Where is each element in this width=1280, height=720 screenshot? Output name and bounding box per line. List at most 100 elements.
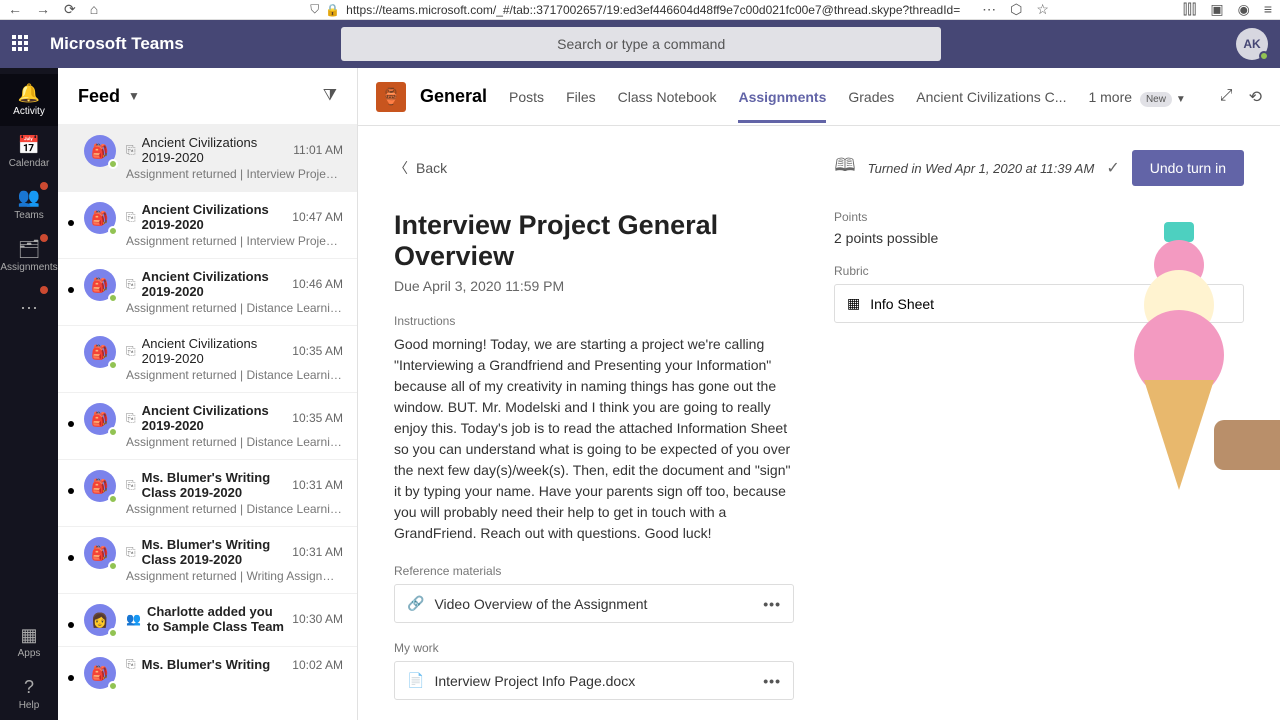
feed-item-time: 10:35 AM xyxy=(292,344,343,358)
reference-file[interactable]: 🔗 Video Overview of the Assignment ••• xyxy=(394,584,794,623)
feed-item-subtitle: Assignment returned | Writing Assignment… xyxy=(126,569,343,583)
feed-avatar: 🎒 xyxy=(84,403,116,435)
badge-icon xyxy=(40,286,48,294)
assignment-due: Due April 3, 2020 11:59 PM xyxy=(394,278,794,294)
assignment-page: 〈 Back 🕮 Turned in Wed Apr 1, 2020 at 11… xyxy=(358,126,1280,720)
feed-item-time: 10:30 AM xyxy=(292,612,343,626)
feed-item-time: 11:01 AM xyxy=(293,143,343,157)
feed-item-title: Charlotte added you to Sample Class Team xyxy=(147,604,286,634)
bell-icon: 🔔 xyxy=(18,83,40,104)
apps-icon: ▦ xyxy=(20,625,37,646)
chevron-down-icon[interactable]: ▼ xyxy=(128,89,140,103)
assignment-glyph-icon: ⎘ xyxy=(126,277,136,292)
feed-item-title: Ancient Civilizations 2019-2020 xyxy=(142,403,287,433)
reload-icon[interactable]: ⟳ xyxy=(64,1,76,18)
feed-item-time: 10:31 AM xyxy=(292,545,343,559)
link-icon: 🔗 xyxy=(407,595,424,612)
celebration-illustration xyxy=(1104,210,1264,490)
feed-item-title: Ancient Civilizations 2019-2020 xyxy=(142,269,287,299)
file-more-icon[interactable]: ••• xyxy=(763,596,781,612)
feed-item[interactable]: 🎒 ⎘ Ms. Blumer's Writing Class 2019-2020… xyxy=(58,526,357,593)
sidebar-icon[interactable]: ▣ xyxy=(1210,1,1223,18)
shield-icon[interactable]: ⛉ xyxy=(310,2,319,17)
feed-item-time: 10:02 AM xyxy=(292,658,343,672)
rail-apps[interactable]: ▦Apps xyxy=(0,616,58,668)
more-icon: ⋯ xyxy=(20,298,38,319)
team-avatar: 🏺 xyxy=(376,82,406,112)
feed-item[interactable]: 🎒 ⎘ Ms. Blumer's Writing 10:02 AM xyxy=(58,646,357,699)
channel-name: General xyxy=(420,86,487,107)
account-icon[interactable]: ◉ xyxy=(1238,1,1250,18)
app-launcher-icon[interactable] xyxy=(12,35,30,53)
tab-grades[interactable]: Grades xyxy=(848,71,894,123)
calendar-icon: 📅 xyxy=(18,135,40,156)
feed-item[interactable]: 🎒 ⎘ Ancient Civilizations 2019-2020 10:3… xyxy=(58,325,357,392)
expand-icon[interactable]: ⤢ xyxy=(1220,87,1233,107)
feed-avatar: 🎒 xyxy=(84,202,116,234)
feed-avatar: 🎒 xyxy=(84,657,116,689)
user-avatar[interactable]: AK xyxy=(1236,28,1268,60)
refresh-icon[interactable]: ⟲ xyxy=(1249,87,1262,107)
more-icon[interactable]: ⋯ xyxy=(982,1,996,18)
back-icon[interactable]: ← xyxy=(8,1,22,18)
menu-icon[interactable]: ≡ xyxy=(1264,1,1272,18)
help-icon: ? xyxy=(24,677,34,698)
search-input[interactable]: Search or type a command xyxy=(341,27,941,61)
check-icon: ✓ xyxy=(1106,158,1119,178)
rail-calendar[interactable]: 📅Calendar xyxy=(0,126,58,178)
feed-item[interactable]: 🎒 ⎘ Ancient Civilizations 2019-2020 10:4… xyxy=(58,191,357,258)
home-icon[interactable]: ⌂ xyxy=(90,1,98,18)
feed-item-subtitle: Assignment returned | Interview Project.… xyxy=(126,167,343,181)
file-more-icon[interactable]: ••• xyxy=(763,673,781,689)
unread-dot xyxy=(68,622,74,628)
lock-icon: 🔒 xyxy=(325,3,340,17)
chevron-left-icon: 〈 xyxy=(394,158,408,178)
back-button[interactable]: 〈 Back xyxy=(394,158,447,178)
rail-help[interactable]: ?Help xyxy=(0,668,58,720)
tab-files[interactable]: Files xyxy=(566,71,596,123)
undo-turn-in-button[interactable]: Undo turn in xyxy=(1132,150,1244,186)
tab-ancient-civilizations-c-[interactable]: Ancient Civilizations C... xyxy=(916,71,1066,123)
library-icon[interactable]: ⫿⫿⫿ xyxy=(1183,1,1196,18)
grid-icon: ▦ xyxy=(847,295,860,312)
forward-icon[interactable]: → xyxy=(36,1,50,18)
tab-class-notebook[interactable]: Class Notebook xyxy=(618,71,717,123)
feed-item[interactable]: 🎒 ⎘ Ms. Blumer's Writing Class 2019-2020… xyxy=(58,459,357,526)
tab-assignments[interactable]: Assignments xyxy=(738,71,826,123)
rail-assignments[interactable]: 🗂Assignments xyxy=(0,230,58,282)
feed-avatar: 🎒 xyxy=(84,336,116,368)
rail-activity[interactable]: 🔔Activity xyxy=(0,74,58,126)
feed-item-subtitle: Assignment returned | Distance Learning.… xyxy=(126,368,343,382)
rail-teams[interactable]: 👥Teams xyxy=(0,178,58,230)
tab-posts[interactable]: Posts xyxy=(509,71,544,123)
pocket-icon[interactable]: ⬡ xyxy=(1010,1,1022,18)
feed-item-time: 10:46 AM xyxy=(292,277,343,291)
instructions-text: Good morning! Today, we are starting a p… xyxy=(394,334,794,544)
feed-title: Feed xyxy=(78,86,120,107)
tab-more[interactable]: 1 more New ▼ xyxy=(1088,71,1185,123)
assignments-icon: 🗂 xyxy=(18,239,41,260)
feed-item[interactable]: 👩 👥 Charlotte added you to Sample Class … xyxy=(58,593,357,646)
feed-item[interactable]: 🎒 ⎘ Ancient Civilizations 2019-2020 11:0… xyxy=(58,124,357,191)
feed-avatar: 🎒 xyxy=(84,269,116,301)
feed-item[interactable]: 🎒 ⎘ Ancient Civilizations 2019-2020 10:3… xyxy=(58,392,357,459)
rail-more[interactable]: ⋯ xyxy=(0,282,58,334)
chevron-down-icon: ▼ xyxy=(1176,94,1186,105)
presence-indicator xyxy=(1259,51,1269,61)
immersive-reader-icon[interactable]: 🕮 xyxy=(834,153,855,183)
feed-item-subtitle: Assignment returned | Distance Learning.… xyxy=(126,502,343,516)
browser-toolbar: ← → ⟳ ⌂ ⛉ 🔒 https://teams.microsoft.com/… xyxy=(0,0,1280,20)
star-icon[interactable]: ☆ xyxy=(1036,1,1049,18)
assignment-glyph-icon: ⎘ xyxy=(126,344,136,359)
unread-dot xyxy=(68,287,74,293)
app-rail: 🔔Activity 📅Calendar 👥Teams 🗂Assignments … xyxy=(0,68,58,720)
filter-icon[interactable]: ⧩ xyxy=(323,87,337,105)
feed-item[interactable]: 🎒 ⎘ Ancient Civilizations 2019-2020 10:4… xyxy=(58,258,357,325)
feed-avatar: 🎒 xyxy=(84,135,116,167)
unread-dot xyxy=(68,675,74,681)
assignment-glyph-icon: ⎘ xyxy=(126,478,136,493)
mywork-file[interactable]: 📄 Interview Project Info Page.docx ••• xyxy=(394,661,794,700)
feed-item-subtitle: Assignment returned | Distance Learning.… xyxy=(126,435,343,449)
feed-item-title: Ancient Civilizations 2019-2020 xyxy=(142,202,287,232)
url-text[interactable]: https://teams.microsoft.com/_#/tab::3717… xyxy=(346,3,960,17)
